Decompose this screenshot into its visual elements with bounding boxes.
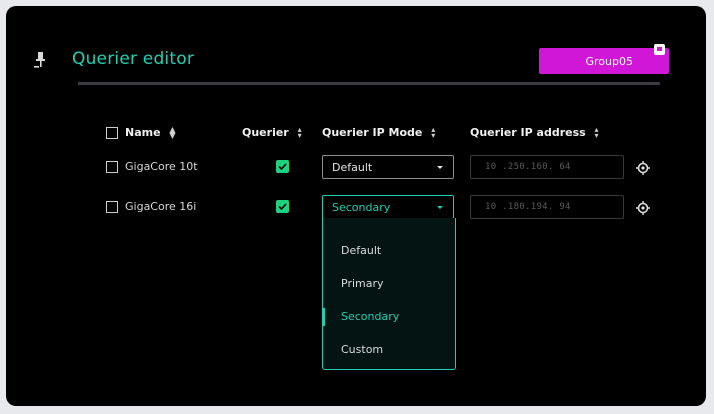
group-badge-icon[interactable] <box>654 44 665 55</box>
sort-icon[interactable]: ▴ ▾ <box>595 126 599 140</box>
querier-checkbox[interactable] <box>276 160 289 173</box>
device-name: GigaCore 16i <box>125 200 197 213</box>
dropdown-option-primary[interactable]: Primary <box>323 269 455 299</box>
dropdown-option-custom[interactable]: Custom <box>323 335 455 365</box>
pin-icon[interactable] <box>34 51 46 69</box>
sort-icon[interactable]: ▴ ▾ <box>431 126 435 140</box>
check-icon <box>278 203 287 211</box>
column-header-name[interactable]: Name ▲ ▼ <box>125 126 176 140</box>
chevron-down-icon <box>437 206 443 209</box>
device-name: GigaCore 10t <box>125 160 198 173</box>
querier-ip-address-field[interactable]: 10 .180.194. 94 <box>470 195 624 219</box>
querier-ip-address-field[interactable]: 10 .250.160. 64 <box>470 155 624 179</box>
sort-icon[interactable]: ▲ ▼ <box>169 126 175 140</box>
querier-ip-mode-select[interactable]: Default <box>322 155 454 179</box>
select-all-checkbox[interactable] <box>106 127 118 139</box>
row-checkbox[interactable] <box>106 201 118 213</box>
ip-mode-dropdown-menu: Default Primary Secondary Custom <box>322 218 456 370</box>
locate-icon[interactable] <box>636 161 650 175</box>
chevron-down-icon <box>437 166 443 169</box>
column-header-querier-ip-mode[interactable]: Querier IP Mode ▴ ▾ <box>322 126 435 140</box>
sort-icon[interactable]: ▴ ▾ <box>298 126 302 140</box>
editor-title: Querier editor <box>72 49 195 69</box>
row-checkbox[interactable] <box>106 161 118 173</box>
querier-checkbox[interactable] <box>276 200 289 213</box>
dropdown-option-secondary[interactable]: Secondary <box>323 302 455 332</box>
column-header-querier-ip-address[interactable]: Querier IP address ▴ ▾ <box>470 126 599 140</box>
column-header-querier[interactable]: Querier ▴ ▾ <box>242 126 302 140</box>
querier-editor-panel: Querier editor Group05 Name ▲ ▼ Querier ▴… <box>6 6 706 406</box>
locate-icon[interactable] <box>636 201 650 215</box>
check-icon <box>278 163 287 171</box>
title-divider <box>78 82 660 85</box>
group-button[interactable]: Group05 <box>539 48 669 74</box>
dropdown-option-default[interactable]: Default <box>323 236 455 266</box>
querier-ip-mode-select[interactable]: Secondary <box>322 195 454 219</box>
